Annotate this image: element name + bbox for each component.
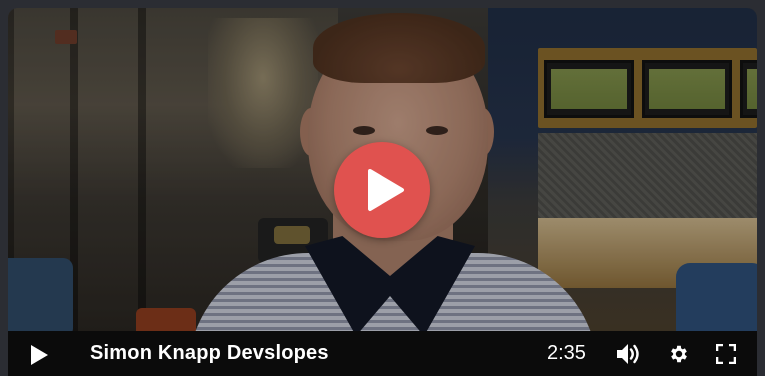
time-display: 2:35 bbox=[547, 342, 586, 364]
volume-icon bbox=[617, 344, 639, 364]
gear-icon bbox=[671, 345, 687, 363]
play-button[interactable] bbox=[28, 344, 50, 366]
settings-button[interactable] bbox=[668, 343, 690, 365]
play-icon bbox=[31, 345, 48, 365]
fullscreen-button[interactable] bbox=[715, 343, 737, 365]
video-player: Simon Knapp Devslopes 2:35 bbox=[8, 8, 757, 376]
control-bar: Simon Knapp Devslopes 2:35 bbox=[8, 331, 757, 376]
fullscreen-icon bbox=[715, 343, 737, 365]
video-title: Simon Knapp Devslopes bbox=[90, 342, 329, 364]
big-play-button[interactable] bbox=[334, 142, 430, 238]
play-circle-icon bbox=[368, 169, 404, 211]
volume-button[interactable] bbox=[616, 343, 642, 365]
video-frame[interactable] bbox=[8, 8, 757, 331]
